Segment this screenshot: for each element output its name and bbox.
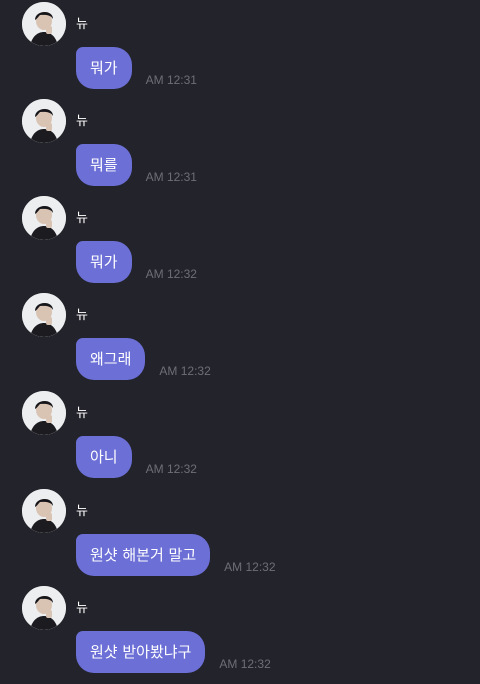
sender-name: 뉴	[76, 504, 88, 519]
message-row: 뭐가 AM 12:31	[76, 47, 197, 89]
message-bubble[interactable]: 뭐를	[76, 144, 132, 186]
avatar[interactable]	[22, 293, 66, 337]
chat-thread[interactable]: 뉴 뭐가 AM 12:31 뉴 뭐를 AM 12:31 뉴 뭐가 AM 12:3…	[0, 0, 480, 684]
message-time: AM 12:32	[224, 560, 276, 574]
message: 뉴 아니 AM 12:32	[22, 391, 462, 483]
message-bubble[interactable]: 뭐가	[76, 241, 132, 283]
message: 뉴 원샷 해본거 말고 AM 12:32	[22, 489, 462, 581]
sender-name: 뉴	[76, 601, 88, 616]
avatar-photo	[22, 196, 66, 240]
avatar-photo	[22, 391, 66, 435]
avatar-photo	[22, 489, 66, 533]
message-row: 아니 AM 12:32	[76, 436, 197, 478]
message-bubble[interactable]: 원샷 받아봤냐구	[76, 631, 206, 673]
avatar[interactable]	[22, 196, 66, 240]
sender-name: 뉴	[76, 406, 88, 421]
message-row: 뭐가 AM 12:32	[76, 241, 197, 283]
sender-name: 뉴	[76, 211, 88, 226]
message-time: AM 12:32	[145, 462, 197, 476]
avatar[interactable]	[22, 489, 66, 533]
message-time: AM 12:32	[159, 364, 211, 378]
sender-name: 뉴	[76, 114, 88, 129]
avatar-photo	[22, 293, 66, 337]
message: 뉴 뭐를 AM 12:31	[22, 99, 462, 191]
message-time: AM 12:32	[145, 267, 197, 281]
message-bubble[interactable]: 아니	[76, 436, 132, 478]
sender-name: 뉴	[76, 308, 88, 323]
message-time: AM 12:31	[145, 73, 197, 87]
message-bubble[interactable]: 원샷 해본거 말고	[76, 534, 211, 576]
message-bubble[interactable]: 왜그래	[76, 338, 146, 380]
avatar[interactable]	[22, 586, 66, 630]
message-row: 왜그래 AM 12:32	[76, 338, 211, 380]
avatar[interactable]	[22, 99, 66, 143]
message-row: 원샷 받아봤냐구 AM 12:32	[76, 631, 271, 673]
message: 뉴 뭐가 AM 12:32	[22, 196, 462, 288]
avatar-photo	[22, 586, 66, 630]
avatar-photo	[22, 2, 66, 46]
message-row: 원샷 해본거 말고 AM 12:32	[76, 534, 276, 576]
message: 뉴 원샷 받아봤냐구 AM 12:32	[22, 586, 462, 678]
message: 뉴 뭐가 AM 12:31	[22, 2, 462, 94]
avatar-photo	[22, 99, 66, 143]
avatar[interactable]	[22, 391, 66, 435]
message-row: 뭐를 AM 12:31	[76, 144, 197, 186]
message-bubble[interactable]: 뭐가	[76, 47, 132, 89]
message-time: AM 12:32	[219, 657, 271, 671]
message-time: AM 12:31	[145, 170, 197, 184]
message: 뉴 왜그래 AM 12:32	[22, 293, 462, 385]
sender-name: 뉴	[76, 17, 88, 32]
avatar[interactable]	[22, 2, 66, 46]
